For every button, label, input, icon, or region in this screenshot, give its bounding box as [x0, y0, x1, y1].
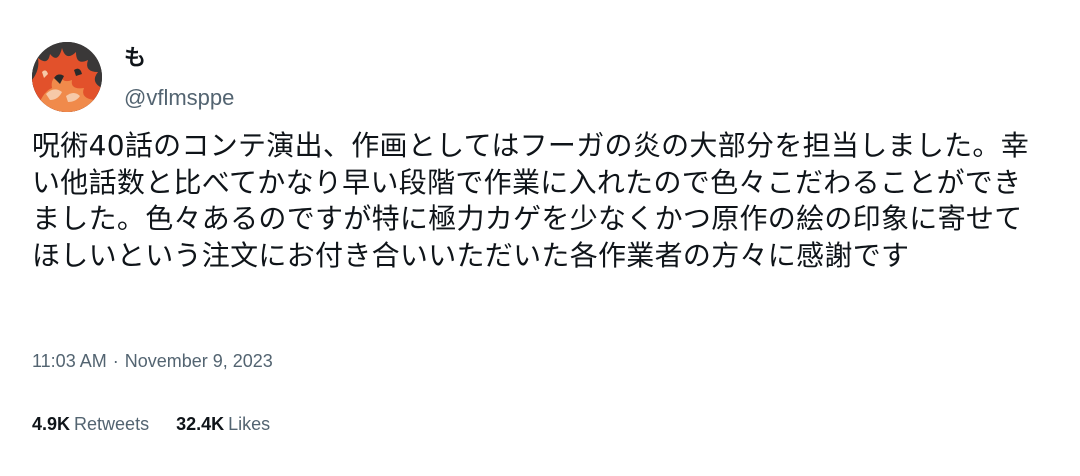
tweet-text: 呪術40話のコンテ演出、作画としてはフーガの炎の大部分を担当しました。幸い他話数… — [32, 129, 1030, 272]
separator-dot: · — [112, 351, 119, 371]
author-handle[interactable]: @vflmsppe — [124, 84, 234, 112]
author-display-name[interactable]: も — [124, 44, 146, 74]
tweet-time: 11:03 AM — [32, 351, 107, 371]
likes-stat[interactable]: 32.4K Likes — [176, 412, 270, 436]
tweet-date: November 9, 2023 — [124, 351, 273, 371]
avatar-image — [32, 42, 102, 112]
retweets-stat[interactable]: 4.9K Retweets — [32, 412, 149, 436]
tweet-card: も @vflmsppe 呪術40話のコンテ演出、作画としてはフーガの炎の大部分を… — [0, 0, 1080, 476]
likes-count: 32.4K — [176, 414, 225, 434]
tweet-stats: 4.9K Retweets 32.4K Likes — [32, 412, 292, 436]
avatar[interactable] — [32, 42, 102, 112]
likes-label: Likes — [228, 414, 271, 434]
retweets-label: Retweets — [74, 414, 150, 434]
tweet-timestamp[interactable]: 11:03 AM · November 9, 2023 — [32, 349, 273, 373]
retweets-count: 4.9K — [32, 414, 71, 434]
